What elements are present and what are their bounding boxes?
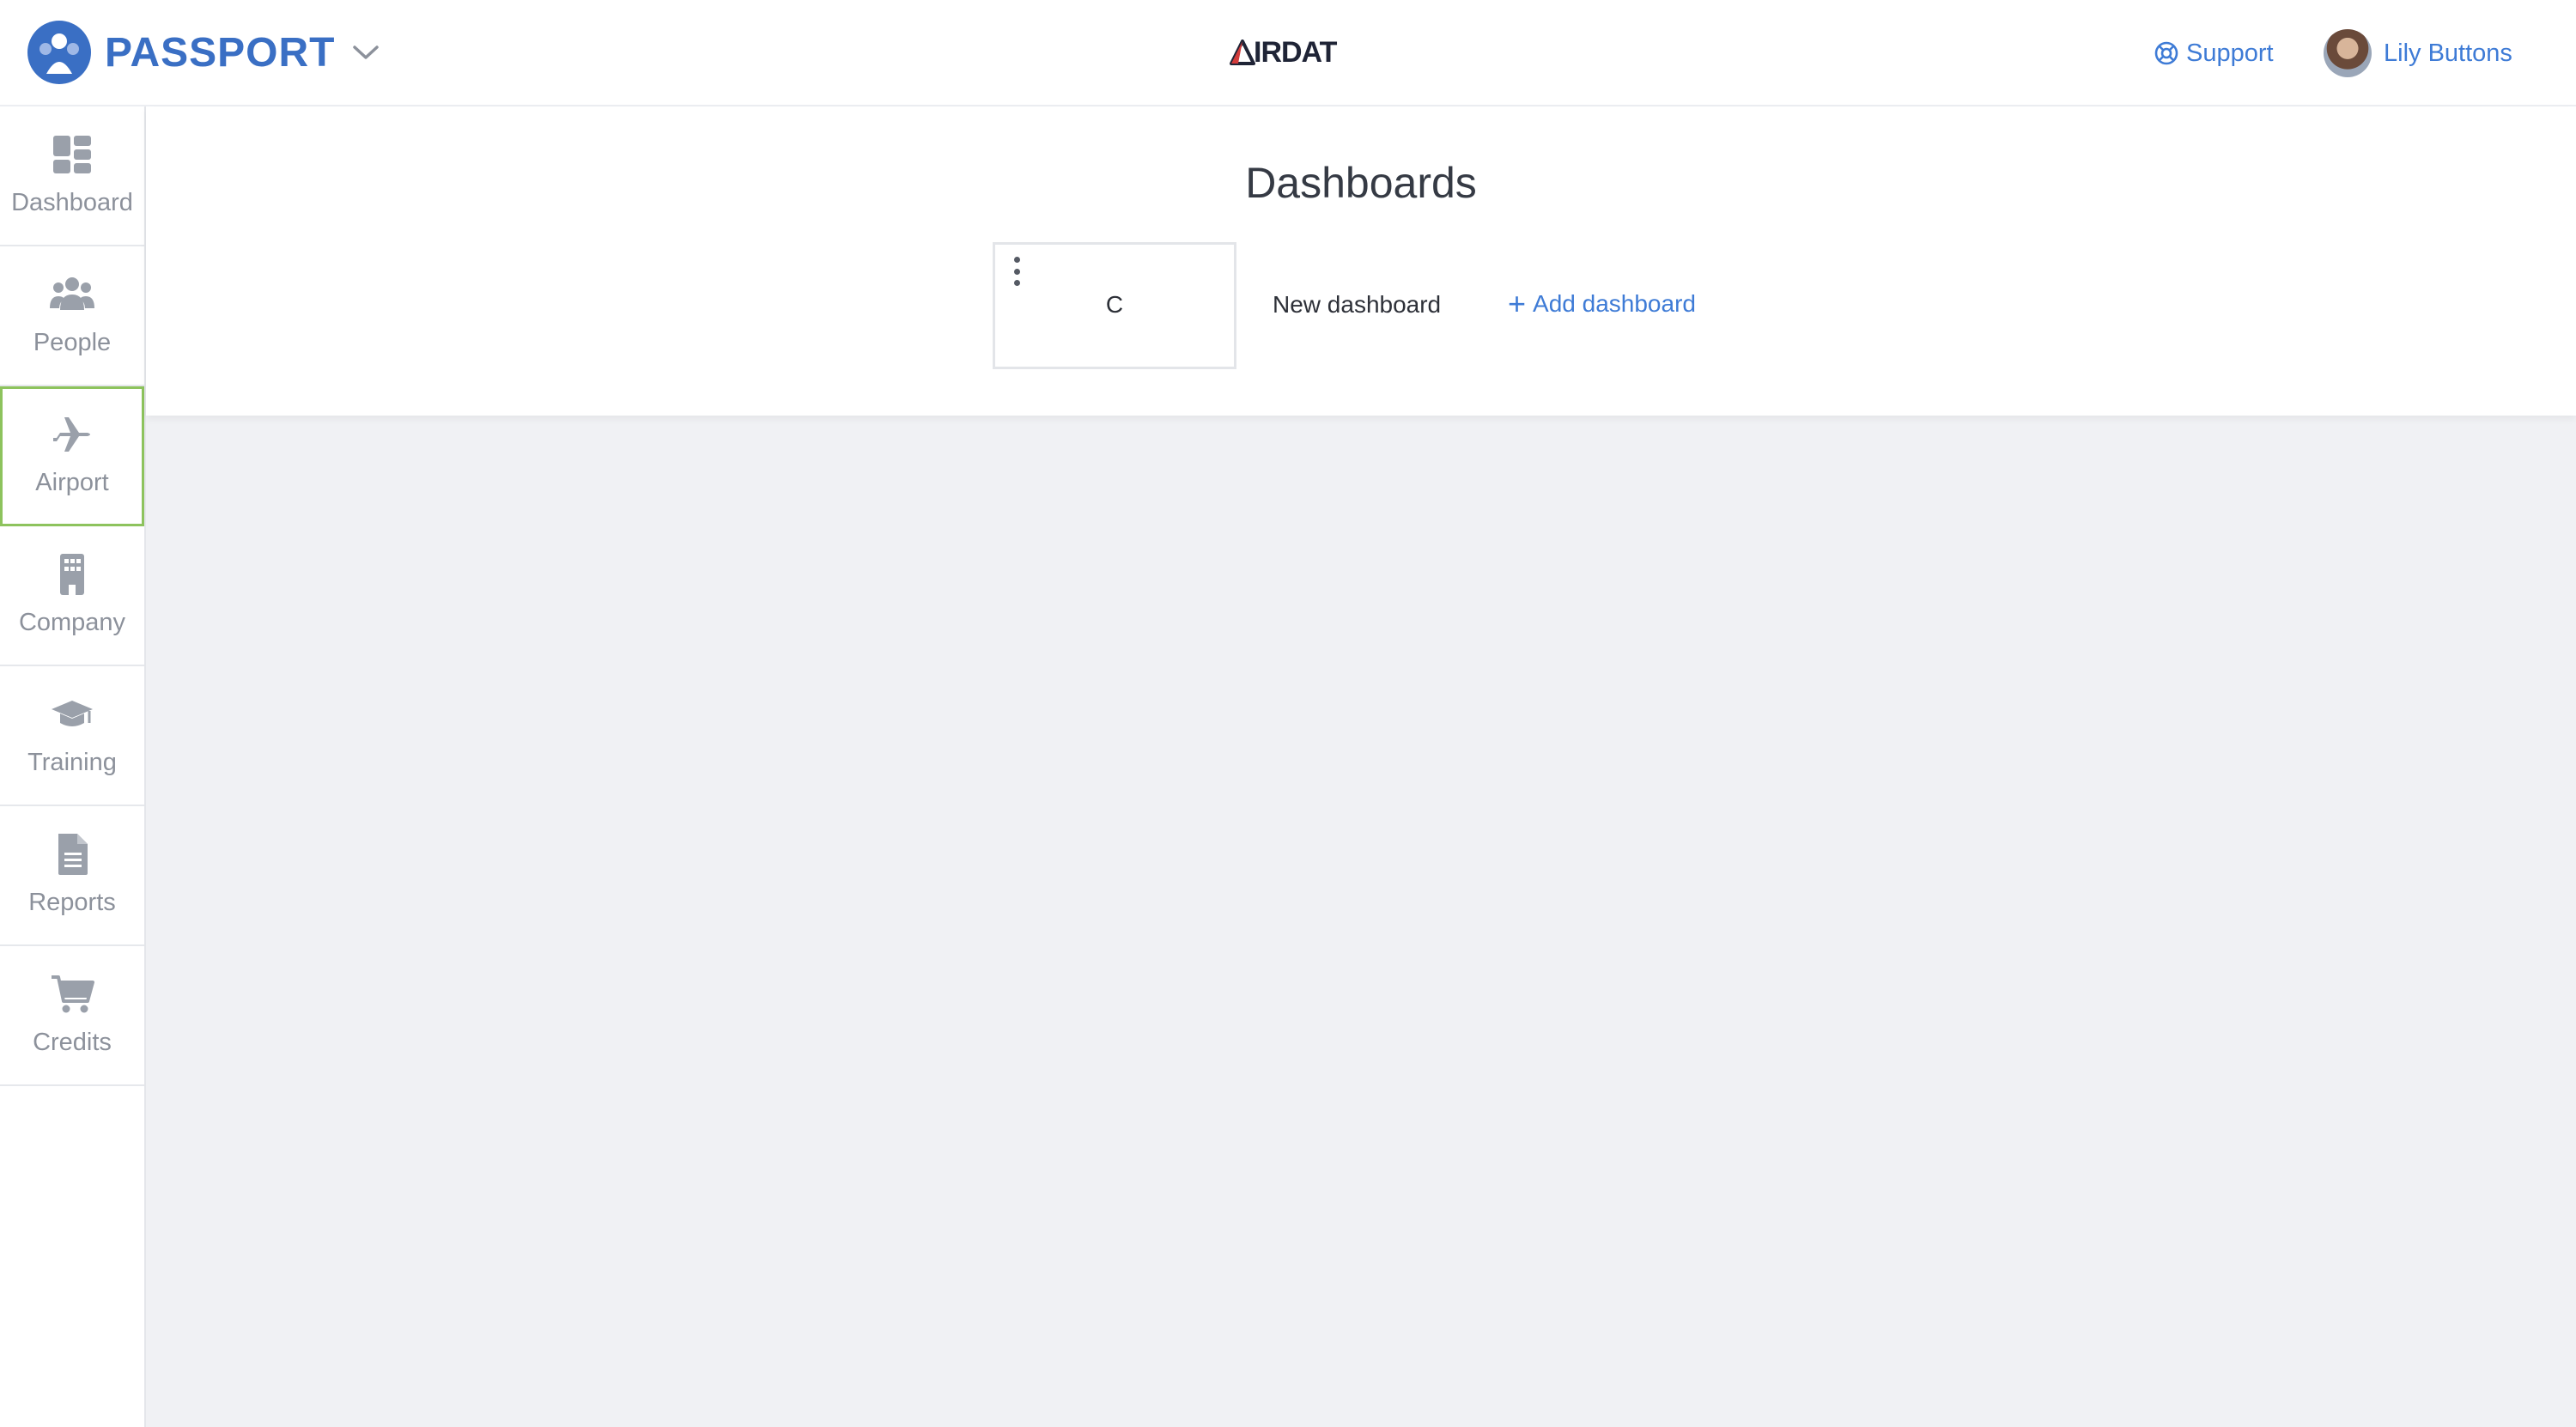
people-icon bbox=[50, 277, 94, 310]
sidebar-item-airport[interactable]: Airport bbox=[0, 386, 144, 526]
sidebar-item-credits[interactable]: Credits bbox=[0, 946, 144, 1086]
airdat-logo-text: IRDAT bbox=[1254, 35, 1337, 69]
top-bar: PASSPORT IRDAT Support Lily Buttons bbox=[0, 0, 2576, 106]
page-title: Dashboards bbox=[1245, 159, 1477, 207]
airdat-logo-icon bbox=[1230, 39, 1255, 65]
graduation-cap-icon bbox=[52, 701, 93, 726]
dashboard-card-title: C bbox=[1105, 291, 1124, 318]
lifebuoy-icon bbox=[2154, 41, 2178, 65]
sidebar-item-label: People bbox=[33, 329, 112, 356]
support-label: Support bbox=[2186, 39, 2274, 67]
brand-switcher[interactable]: PASSPORT bbox=[27, 21, 380, 84]
add-dashboard-label: Add dashboard bbox=[1533, 290, 1696, 317]
support-link[interactable]: Support bbox=[2154, 34, 2274, 72]
sidebar-item-label: Credits bbox=[33, 1029, 112, 1056]
sidebar-item-label: Dashboard bbox=[11, 189, 133, 216]
sidebar-item-reports[interactable]: Reports bbox=[0, 806, 144, 946]
chevron-down-icon[interactable] bbox=[352, 44, 380, 61]
document-icon bbox=[58, 834, 88, 875]
dashboards-panel: Dashboards C New dashboard + Add dashboa… bbox=[146, 106, 2576, 416]
sidebar-item-dashboard[interactable]: Dashboard bbox=[0, 106, 144, 246]
airplane-icon bbox=[53, 417, 90, 452]
sidebar-item-label: Reports bbox=[28, 889, 116, 916]
sidebar: Dashboard People Airport Company Trainin… bbox=[0, 106, 146, 1427]
user-menu[interactable]: Lily Buttons bbox=[2324, 29, 2512, 77]
avatar bbox=[2324, 29, 2372, 77]
user-name: Lily Buttons bbox=[2384, 39, 2512, 67]
main-content: Dashboards C New dashboard + Add dashboa… bbox=[146, 106, 2576, 1427]
dashboard-card[interactable]: C bbox=[993, 242, 1236, 369]
sidebar-item-training[interactable]: Training bbox=[0, 666, 144, 806]
sidebar-item-company[interactable]: Company bbox=[0, 526, 144, 666]
add-dashboard-button[interactable]: + Add dashboard bbox=[1508, 288, 1696, 319]
plus-icon: + bbox=[1508, 286, 1527, 321]
brand-name: PASSPORT bbox=[105, 29, 336, 76]
kebab-menu-icon[interactable] bbox=[1011, 257, 1023, 286]
sidebar-item-people[interactable]: People bbox=[0, 246, 144, 386]
sidebar-item-label: Training bbox=[27, 749, 117, 776]
airdat-logo: IRDAT bbox=[1230, 34, 1337, 70]
sidebar-item-label: Company bbox=[18, 609, 126, 636]
new-dashboard-tab[interactable]: New dashboard bbox=[1273, 291, 1441, 319]
sidebar-item-label: Airport bbox=[35, 469, 109, 496]
app-window: PASSPORT IRDAT Support Lily Buttons Dash… bbox=[0, 0, 2576, 1427]
dashboard-icon bbox=[53, 136, 91, 173]
building-icon bbox=[60, 554, 84, 595]
cart-icon bbox=[52, 975, 94, 1013]
passport-logo-icon bbox=[27, 21, 91, 84]
